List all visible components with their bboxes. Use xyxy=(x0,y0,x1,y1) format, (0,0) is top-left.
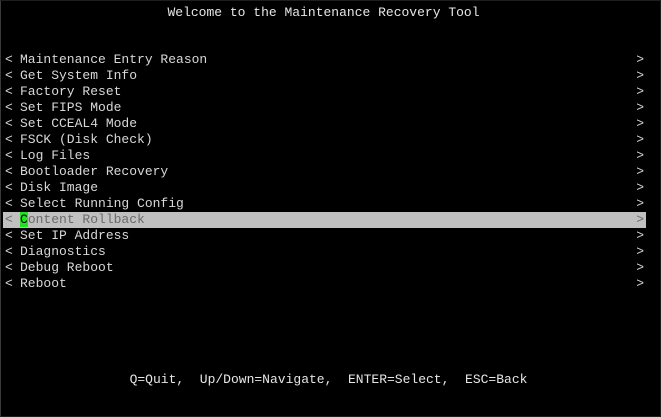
right-arrow-marker: > xyxy=(636,212,644,227)
left-arrow-marker: < xyxy=(5,228,13,243)
right-arrow-marker: > xyxy=(636,180,644,195)
right-arrow-marker: > xyxy=(636,132,644,147)
left-arrow-marker: < xyxy=(5,244,13,259)
right-arrow-marker: > xyxy=(636,68,644,83)
menu-item-label: Maintenance Entry Reason xyxy=(20,52,208,67)
right-arrow-marker: > xyxy=(636,260,644,275)
menu-item-content-rollback[interactable]: < Content Rollback > xyxy=(3,212,646,228)
menu-item-label: Select Running Config xyxy=(20,196,184,211)
right-arrow-marker: > xyxy=(636,52,644,67)
menu-item-maintenance-entry-reason[interactable]: < Maintenance Entry Reason > xyxy=(3,52,646,68)
menu-item-diagnostics[interactable]: < Diagnostics > xyxy=(3,244,646,260)
right-arrow-marker: > xyxy=(636,244,644,259)
key-help-bar: Q=Quit, Up/Down=Navigate, ENTER=Select, … xyxy=(129,372,528,387)
left-arrow-marker: < xyxy=(5,52,13,67)
main-menu: < Maintenance Entry Reason > < Get Syste… xyxy=(3,52,646,292)
left-arrow-marker: < xyxy=(5,276,13,291)
left-arrow-marker: < xyxy=(5,148,13,163)
menu-item-disk-image[interactable]: < Disk Image > xyxy=(3,180,646,196)
right-arrow-marker: > xyxy=(636,148,644,163)
right-arrow-marker: > xyxy=(636,228,644,243)
menu-item-set-cceal4-mode[interactable]: < Set CCEAL4 Mode > xyxy=(3,116,646,132)
text-cursor: C xyxy=(20,212,28,227)
left-arrow-marker: < xyxy=(5,180,13,195)
menu-item-label: Reboot xyxy=(20,276,67,291)
menu-item-label: Set FIPS Mode xyxy=(20,100,122,115)
menu-item-set-ip-address[interactable]: < Set IP Address > xyxy=(3,228,646,244)
menu-item-reboot[interactable]: < Reboot > xyxy=(3,276,646,292)
menu-item-label-rest: ontent Rollback xyxy=(27,212,145,227)
menu-item-fsck[interactable]: < FSCK (Disk Check) > xyxy=(3,132,646,148)
menu-item-label: Factory Reset xyxy=(20,84,122,99)
left-arrow-marker: < xyxy=(5,68,13,83)
right-arrow-marker: > xyxy=(636,276,644,291)
right-arrow-marker: > xyxy=(636,100,644,115)
right-arrow-marker: > xyxy=(636,196,644,211)
menu-item-set-fips-mode[interactable]: < Set FIPS Mode > xyxy=(3,100,646,116)
menu-item-factory-reset[interactable]: < Factory Reset > xyxy=(3,84,646,100)
menu-item-label: Debug Reboot xyxy=(20,260,114,275)
menu-item-label: Log Files xyxy=(20,148,91,163)
terminal-window: Welcome to the Maintenance Recovery Tool… xyxy=(0,0,661,417)
menu-item-label: Bootloader Recovery xyxy=(20,164,169,179)
menu-item-log-files[interactable]: < Log Files > xyxy=(3,148,646,164)
left-arrow-marker: < xyxy=(5,100,13,115)
left-arrow-marker: < xyxy=(5,116,13,131)
menu-item-label: Get System Info xyxy=(20,68,138,83)
right-arrow-marker: > xyxy=(636,84,644,99)
right-arrow-marker: > xyxy=(636,116,644,131)
menu-item-label: Set IP Address xyxy=(20,228,130,243)
left-arrow-marker: < xyxy=(5,196,13,211)
menu-item-get-system-info[interactable]: < Get System Info > xyxy=(3,68,646,84)
left-arrow-marker: < xyxy=(5,260,13,275)
menu-item-bootloader-recovery[interactable]: < Bootloader Recovery > xyxy=(3,164,646,180)
left-arrow-marker: < xyxy=(5,84,13,99)
menu-item-label: FSCK (Disk Check) xyxy=(20,132,153,147)
left-arrow-marker: < xyxy=(5,212,13,227)
right-arrow-marker: > xyxy=(636,164,644,179)
menu-item-select-running-config[interactable]: < Select Running Config > xyxy=(3,196,646,212)
menu-item-label: Diagnostics xyxy=(20,244,106,259)
page-title: Welcome to the Maintenance Recovery Tool xyxy=(167,5,480,20)
menu-item-label: Content Rollback xyxy=(20,212,145,228)
menu-item-label: Disk Image xyxy=(20,180,99,195)
left-arrow-marker: < xyxy=(5,164,13,179)
left-arrow-marker: < xyxy=(5,132,13,147)
menu-item-debug-reboot[interactable]: < Debug Reboot > xyxy=(3,260,646,276)
menu-item-label: Set CCEAL4 Mode xyxy=(20,116,138,131)
